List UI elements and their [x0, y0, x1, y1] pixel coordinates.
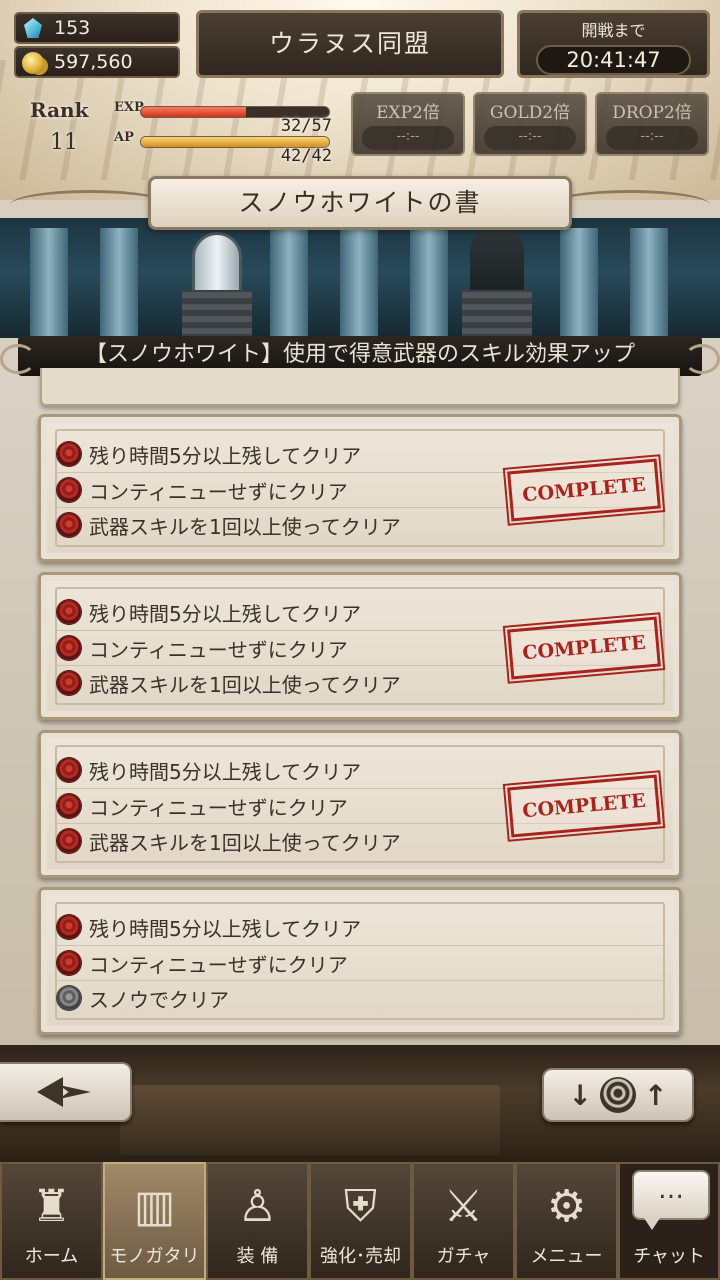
mission-text: 残り時間5分以上残してクリア — [89, 601, 362, 626]
gold-boost-button[interactable]: GOLD2倍 --:-- — [473, 92, 587, 156]
mission-text: スノウでクリア — [89, 987, 229, 1012]
nav-equipment[interactable]: ♙ 装 備 — [206, 1162, 309, 1280]
exp-bar-fill — [141, 107, 247, 117]
nav-label: ガチャ — [436, 1246, 491, 1267]
rose-icon — [600, 1077, 636, 1113]
rose-icon-unachieved — [57, 986, 81, 1010]
nav-menu[interactable]: ⚙ メニュー — [515, 1162, 618, 1280]
gem-counter: 153 — [14, 12, 180, 44]
gears-icon: ⚙ — [546, 1181, 587, 1232]
helmet-icon: ⛨ — [344, 1181, 377, 1232]
arrow-up-icon: ↑ — [644, 1078, 668, 1112]
rose-icon — [57, 671, 81, 695]
mission-item: 武器スキルを1回以上使ってクリア — [57, 824, 401, 858]
battle-countdown-label: 開戦まで — [581, 21, 646, 40]
rose-icon — [57, 758, 81, 782]
bottom-navigation: ♜ ホーム ▥ モノガタリ ♙ 装 備 ⛨ 強化･売却 ⚔ ガチャ ⚙ メニュー… — [0, 1162, 720, 1280]
rose-icon — [57, 600, 81, 624]
boost-timer: --:-- — [484, 126, 576, 150]
mission-card[interactable]: 残り時間5分以上残してクリア コンティニューせずにクリア 武器スキルを1回以上使… — [38, 572, 682, 720]
mission-text: 武器スキルを1回以上使ってクリア — [89, 672, 401, 697]
mission-card[interactable]: 残り時間5分以上残してクリア コンティニューせずにクリア スノウでクリア — [38, 887, 682, 1035]
gold-counter: 597,560 — [14, 46, 180, 78]
mission-text: 残り時間5分以上残してクリア — [89, 759, 362, 784]
nav-story[interactable]: ▥ モノガタリ — [103, 1162, 206, 1280]
marionette-icon: ♙ — [237, 1181, 278, 1232]
mission-item: コンティニューせずにクリア — [57, 789, 348, 823]
exp-boost-button[interactable]: EXP2倍 --:-- — [351, 92, 465, 156]
battle-countdown-time: 20:41:47 — [536, 45, 691, 75]
mission-item: 武器スキルを1回以上使ってクリア — [57, 666, 401, 700]
back-button[interactable] — [0, 1062, 132, 1122]
rank-label: Rank — [30, 98, 89, 122]
rose-icon — [57, 636, 81, 660]
mission-text: 武器スキルを1回以上使ってクリア — [89, 514, 401, 539]
mission-text: コンティニューせずにクリア — [89, 795, 348, 820]
rank-value: 11 — [50, 130, 78, 155]
boost-timer: --:-- — [362, 126, 454, 150]
rose-icon — [57, 951, 81, 975]
mission-item: コンティニューせずにクリア — [57, 631, 348, 665]
mission-text: 残り時間5分以上残してクリア — [89, 443, 362, 468]
ap-value: 42/42 — [280, 146, 332, 166]
book-icon: ▥ — [133, 1181, 176, 1232]
chapter-banner-image — [0, 218, 720, 338]
chat-bubble-icon: … — [632, 1170, 710, 1230]
battle-countdown-panel[interactable]: 開戦まで 20:41:47 — [517, 10, 710, 78]
nav-chat[interactable]: … チャット — [618, 1162, 720, 1280]
boost-label: DROP2倍 — [612, 103, 692, 123]
gem-icon — [24, 18, 42, 38]
mission-text: 武器スキルを1回以上使ってクリア — [89, 830, 401, 855]
rose-icon — [57, 829, 81, 853]
castle-icon: ♜ — [31, 1181, 72, 1232]
guild-name-button[interactable]: ウラヌス同盟 — [196, 10, 504, 78]
page-title: スノウホワイトの書 — [148, 176, 572, 230]
mission-text: コンティニューせずにクリア — [89, 637, 348, 662]
drop-boost-button[interactable]: DROP2倍 --:-- — [595, 92, 709, 156]
mission-item: 武器スキルを1回以上使ってクリア — [57, 508, 401, 542]
mission-item: 残り時間5分以上残してクリア — [57, 595, 361, 629]
mission-item: 残り時間5分以上残してクリア — [57, 753, 361, 787]
arrow-down-icon: ↓ — [568, 1078, 592, 1112]
sort-button[interactable]: ↓ ↑ — [542, 1068, 694, 1122]
nav-label: 強化･売却 — [320, 1246, 401, 1267]
mission-card[interactable]: 残り時間5分以上残してクリア コンティニューせずにクリア 武器スキルを1回以上使… — [38, 414, 682, 562]
crossed-swords-icon: ⚔ — [443, 1181, 484, 1232]
boost-timer: --:-- — [606, 126, 698, 150]
mission-card[interactable]: 残り時間5分以上残してクリア コンティニューせずにクリア 武器スキルを1回以上使… — [38, 730, 682, 878]
nav-home[interactable]: ♜ ホーム — [0, 1162, 103, 1280]
nav-label: チャット — [633, 1246, 705, 1267]
gold-coin-icon — [22, 52, 44, 74]
nav-label: 装 備 — [236, 1246, 279, 1267]
nav-label: ホーム — [24, 1246, 79, 1267]
mission-text: コンティニューせずにクリア — [89, 952, 348, 977]
mission-item: 残り時間5分以上残してクリア — [57, 437, 361, 471]
exp-value: 32/57 — [280, 116, 332, 136]
rose-icon — [57, 442, 81, 466]
nav-upgrade-sell[interactable]: ⛨ 強化･売却 — [309, 1162, 412, 1280]
boost-label: GOLD2倍 — [489, 103, 571, 123]
nav-label: モノガタリ — [109, 1246, 200, 1267]
back-arrow-icon — [37, 1077, 93, 1107]
mission-item: コンティニューせずにクリア — [57, 946, 348, 980]
mission-item: 残り時間5分以上残してクリア — [57, 910, 361, 944]
rose-icon — [57, 478, 81, 502]
nav-label: メニュー — [530, 1246, 603, 1267]
ap-label: AP — [114, 130, 134, 145]
mission-item: コンティニューせずにクリア — [57, 473, 348, 507]
boost-label: EXP2倍 — [376, 103, 440, 123]
gem-count: 153 — [54, 17, 91, 39]
rose-icon — [57, 513, 81, 537]
nav-gacha[interactable]: ⚔ ガチャ — [412, 1162, 515, 1280]
gold-count: 597,560 — [54, 51, 133, 73]
rose-icon — [57, 794, 81, 818]
rose-icon — [57, 915, 81, 939]
mission-text: コンティニューせずにクリア — [89, 479, 348, 504]
mission-card-partial — [40, 368, 680, 406]
mission-item: スノウでクリア — [57, 981, 229, 1015]
mission-text: 残り時間5分以上残してクリア — [89, 916, 362, 941]
